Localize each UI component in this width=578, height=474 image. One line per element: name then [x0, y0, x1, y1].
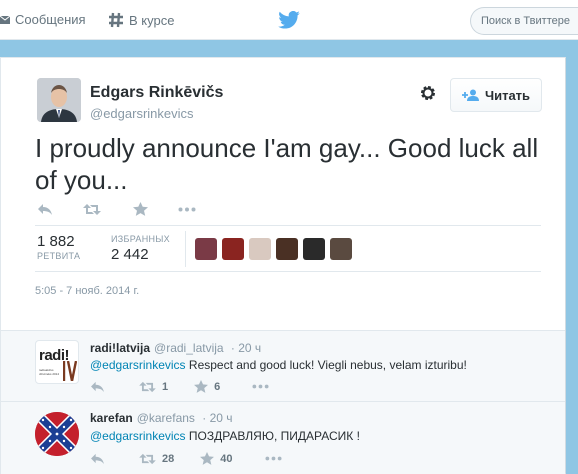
- reply-tweet[interactable]: karefan @karefans · 20 ч @edgarsrinkevics…: [1, 401, 565, 474]
- reply-mention[interactable]: @edgarsrinkevics: [90, 429, 186, 443]
- more-button[interactable]: [264, 456, 282, 461]
- reply-author-line: karefan @karefans · 20 ч: [90, 411, 233, 425]
- retweet-icon: [139, 453, 156, 464]
- tweet-text: I proudly announce I'am gay... Good luck…: [35, 133, 539, 195]
- retweets-count[interactable]: 1 882: [37, 233, 75, 250]
- main-tweet: Edgars Rinkēvičs @edgarsrinkevics Читать…: [1, 58, 565, 330]
- gear-icon[interactable]: [419, 84, 437, 102]
- favorites-count[interactable]: 2 442: [111, 246, 149, 263]
- reply-avatar-karefan[interactable]: [35, 412, 79, 456]
- nav-moments-label: В курсе: [129, 12, 175, 28]
- reply-author-handle[interactable]: @karefans: [137, 411, 195, 425]
- tweet-timestamp[interactable]: 5:05 - 7 нояб. 2014 г.: [35, 285, 139, 297]
- retweet-button[interactable]: 1: [139, 381, 168, 393]
- reply-favorite-count: 6: [214, 380, 221, 393]
- reply-author-handle[interactable]: @radi_latvija: [154, 341, 224, 355]
- favoriter-avatar[interactable]: [276, 238, 298, 260]
- nav-messages[interactable]: Сообщения: [0, 12, 86, 27]
- star-icon: [194, 380, 209, 393]
- more-button[interactable]: [178, 207, 196, 212]
- reply-retweet-count: 28: [162, 452, 175, 465]
- favoriter-avatar[interactable]: [330, 238, 352, 260]
- author-photo: [37, 78, 81, 122]
- reply-button[interactable]: [37, 203, 53, 216]
- stats-top-divider: [35, 225, 541, 226]
- confederate-flag-avatar: [35, 412, 79, 456]
- stats-separator: [185, 231, 186, 267]
- search-input[interactable]: Поиск в Твиттере: [470, 7, 578, 35]
- reply-actions: 28 40: [90, 452, 282, 465]
- top-navigation-bar: Сообщения В курсе Поиск в Твиттере: [0, 0, 578, 40]
- radi-logo-mark: [63, 361, 77, 381]
- retweets-label[interactable]: РЕТВИТА: [37, 251, 80, 261]
- author-name[interactable]: Edgars Rinkēvičs: [90, 84, 223, 102]
- reply-button[interactable]: [90, 381, 105, 393]
- reply-favorite-count: 40: [220, 452, 233, 465]
- retweet-button[interactable]: [83, 203, 101, 216]
- favorite-button[interactable]: 40: [200, 452, 233, 465]
- favoriter-avatar[interactable]: [249, 238, 271, 260]
- favoriter-avatar[interactable]: [303, 238, 325, 260]
- twitter-bird-icon[interactable]: [278, 11, 300, 29]
- favoriter-avatar[interactable]: [195, 238, 217, 260]
- retweet-icon: [83, 203, 101, 215]
- nav-messages-label: Сообщения: [15, 12, 86, 27]
- stats-bottom-divider: [35, 271, 541, 272]
- tweet-actions: [37, 202, 196, 216]
- follow-button[interactable]: Читать: [450, 78, 542, 112]
- add-user-icon: [461, 89, 479, 101]
- reply-author-line: radi!latvija @radi_latvija · 20 ч: [90, 341, 262, 355]
- reply-mention[interactable]: @edgarsrinkevics: [90, 358, 186, 372]
- radi-logo-caption: radioaktīvs dzīvnieks 2014: [39, 368, 60, 376]
- reply-icon: [91, 381, 104, 392]
- favorite-button[interactable]: [133, 202, 148, 216]
- reply-text: ПОЗДРАВЛЯЮ, ПИДАРАСИК !: [185, 429, 360, 443]
- reply-icon: [91, 453, 104, 464]
- reply-text-line: @edgarsrinkevics Respect and good luck! …: [90, 358, 467, 372]
- retweet-icon: [139, 381, 156, 392]
- author-avatar[interactable]: [37, 78, 81, 122]
- reply-retweet-count: 1: [162, 380, 169, 393]
- favorites-label[interactable]: ИЗБРАННЫХ: [111, 234, 170, 244]
- envelope-icon: [0, 15, 10, 24]
- tweet-permalink-card: Edgars Rinkēvičs @edgarsrinkevics Читать…: [0, 57, 566, 474]
- favoriter-avatar[interactable]: [222, 238, 244, 260]
- reply-text-line: @edgarsrinkevics ПОЗДРАВЛЯЮ, ПИДАРАСИК !: [90, 429, 360, 443]
- reply-author-name[interactable]: radi!latvija: [90, 341, 150, 355]
- more-button[interactable]: [252, 384, 269, 389]
- follow-button-label: Читать: [484, 87, 531, 103]
- reply-button[interactable]: [90, 453, 105, 465]
- reply-avatar-radilatvija[interactable]: radi! radioaktīvs dzīvnieks 2014: [35, 340, 79, 384]
- reply-time[interactable]: 20 ч: [238, 341, 261, 355]
- favorite-button[interactable]: 6: [194, 380, 220, 393]
- reply-tweet[interactable]: radi! radioaktīvs dzīvnieks 2014 radi!la…: [1, 330, 565, 401]
- hash-icon: [109, 12, 123, 28]
- reply-text: Respect and good luck! Viegli nebus, vel…: [185, 358, 467, 372]
- retweet-button[interactable]: 28: [139, 453, 174, 465]
- reply-icon: [38, 203, 52, 215]
- reply-author-name[interactable]: karefan: [90, 411, 133, 425]
- star-icon: [200, 452, 215, 465]
- nav-moments[interactable]: В курсе: [108, 12, 174, 28]
- more-icon: [178, 207, 196, 211]
- favoriter-avatars: [195, 238, 357, 260]
- author-handle[interactable]: @edgarsrinkevics: [90, 106, 194, 121]
- more-icon: [264, 456, 282, 461]
- star-icon: [133, 202, 148, 216]
- reply-time[interactable]: 20 ч: [210, 411, 233, 425]
- more-icon: [252, 384, 269, 389]
- reply-actions: 1 6: [90, 380, 269, 393]
